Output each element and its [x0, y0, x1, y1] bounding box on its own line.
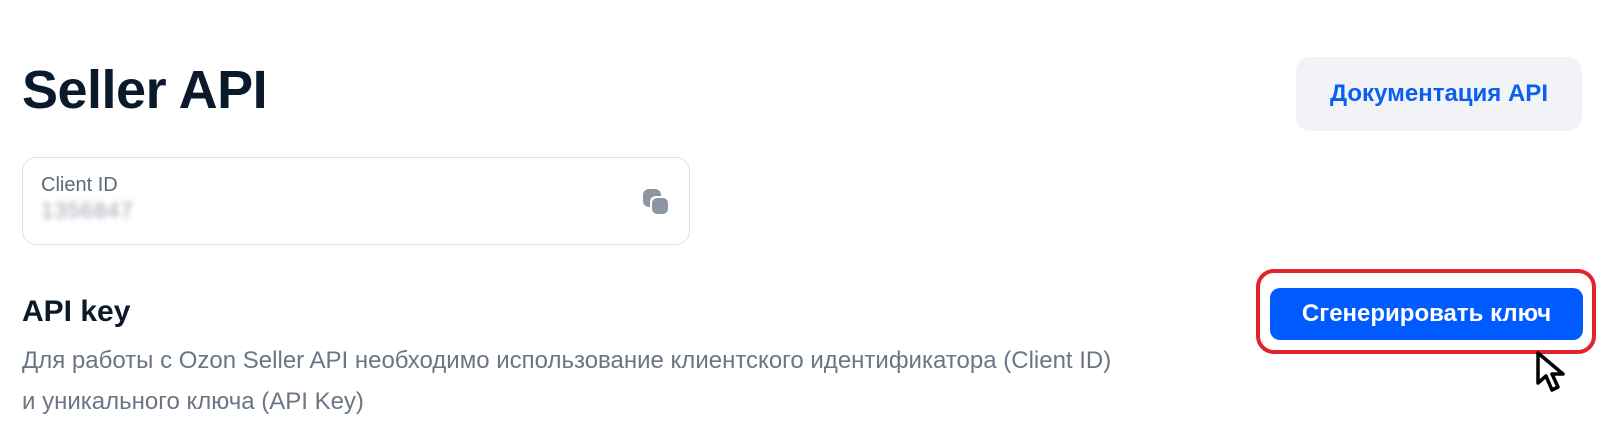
api-documentation-button[interactable]: Документация API [1296, 57, 1582, 131]
copy-icon[interactable] [641, 187, 671, 217]
api-key-title: API key [22, 295, 131, 328]
page-title: Seller API [22, 60, 268, 120]
client-id-card: Client ID 1356847 [22, 157, 690, 245]
generate-key-button[interactable]: Сгенерировать ключ [1270, 288, 1583, 340]
client-id-label: Client ID [41, 174, 118, 196]
api-key-description: Для работы с Ozon Seller API необходимо … [22, 347, 1112, 415]
client-id-value: 1356847 [41, 198, 134, 223]
mouse-pointer-icon [1534, 350, 1574, 394]
